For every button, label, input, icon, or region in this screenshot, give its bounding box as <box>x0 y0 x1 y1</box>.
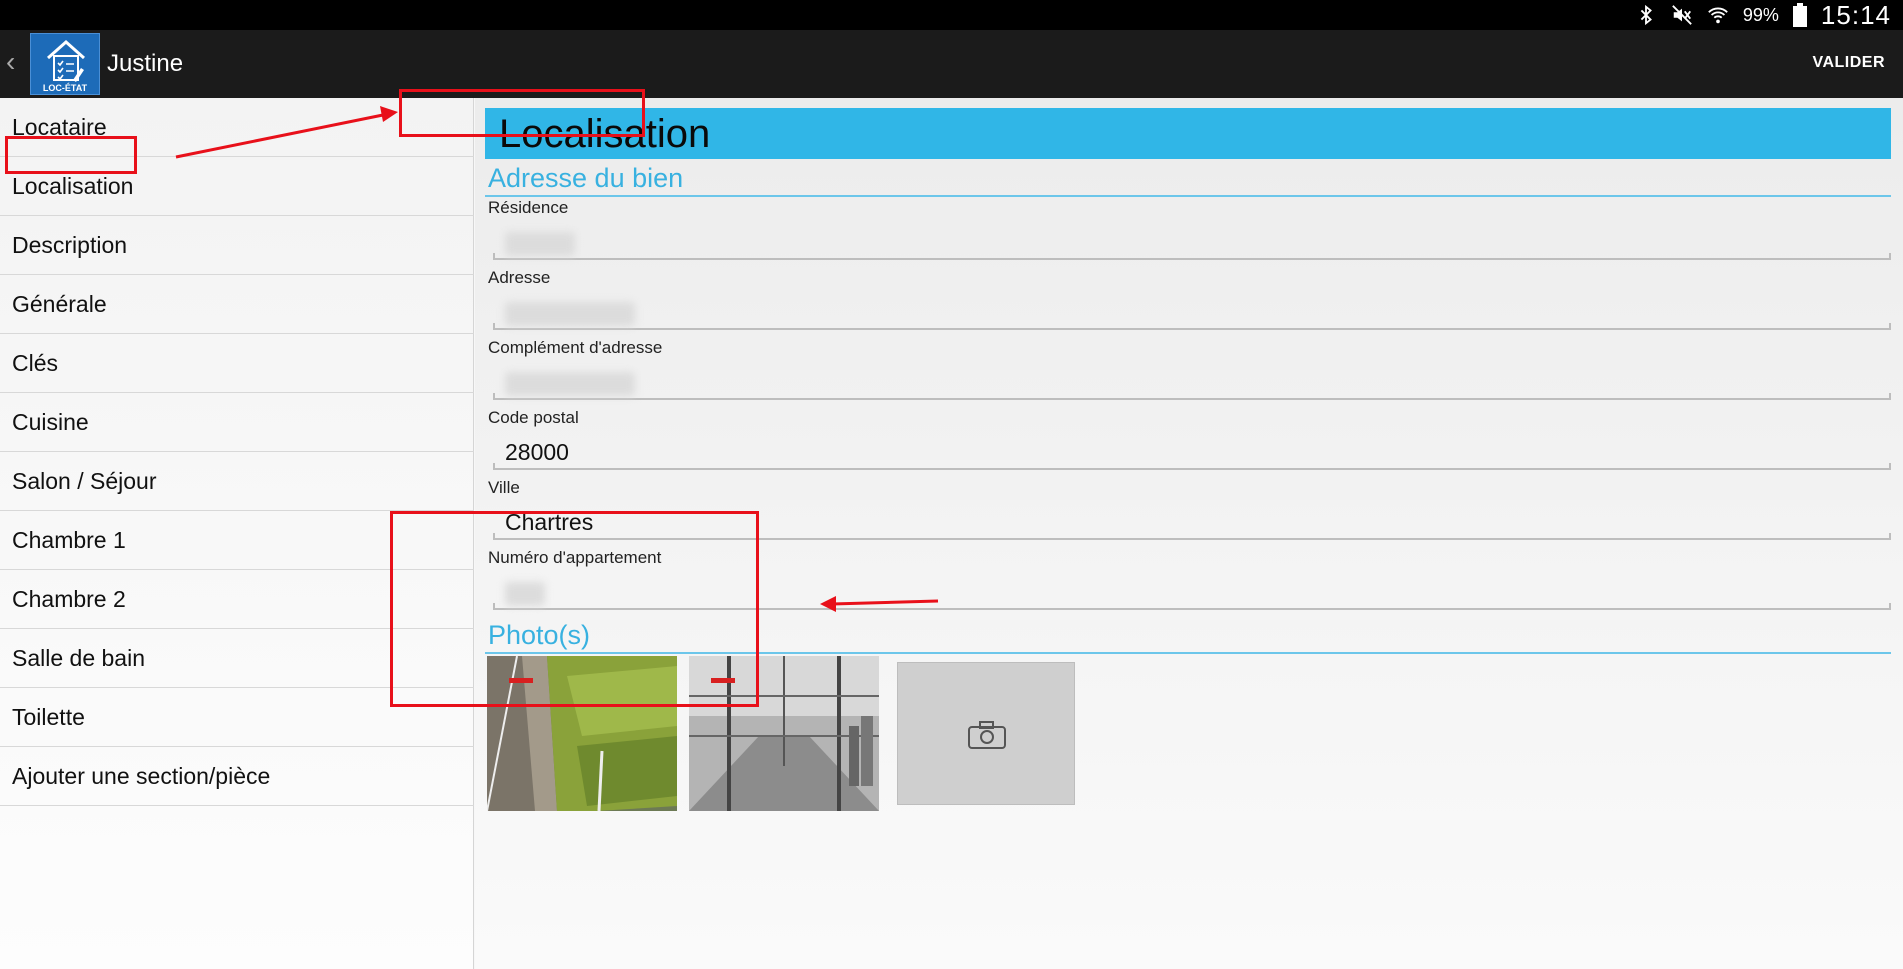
sidebar-item-add-section[interactable]: Ajouter une section/pièce <box>0 747 474 806</box>
validate-button[interactable]: VALIDER <box>1812 54 1885 72</box>
annotation-box-photos <box>390 511 759 707</box>
wifi-icon <box>1708 7 1728 24</box>
redacted-value <box>505 372 635 396</box>
residence-input[interactable] <box>493 224 1891 260</box>
sidebar-item-cles[interactable]: Clés <box>0 334 474 393</box>
mute-icon <box>1672 5 1692 25</box>
annotation-box-localisation-item <box>5 136 137 174</box>
status-icons: 99% 15:14 <box>1635 0 1891 30</box>
redacted-value <box>505 232 575 256</box>
camera-icon <box>968 721 1006 749</box>
app-logo[interactable]: LOC-ÉTAT <box>30 33 100 95</box>
clock: 15:14 <box>1820 0 1891 30</box>
bluetooth-icon <box>1640 4 1652 26</box>
section-header: Localisation <box>485 108 1891 159</box>
sidebar-item-salon-sejour[interactable]: Salon / Séjour <box>0 452 474 511</box>
battery-icon <box>1792 3 1807 27</box>
add-photo-button[interactable] <box>897 662 1075 805</box>
address-subheader: Adresse du bien <box>488 163 684 193</box>
sidebar-item-cuisine[interactable]: Cuisine <box>0 393 474 452</box>
status-bar: 99% 15:14 <box>0 0 1903 30</box>
back-chevron-icon[interactable]: ‹ <box>6 48 15 76</box>
field-label-ville: Ville <box>488 478 520 497</box>
house-checklist-icon <box>47 39 85 82</box>
redacted-value <box>505 302 635 326</box>
field-label-code-postal: Code postal <box>488 408 579 427</box>
address-divider <box>485 195 1891 197</box>
annotation-box-section-title <box>399 89 645 137</box>
complement-input[interactable] <box>493 364 1891 400</box>
field-label-adresse: Adresse <box>488 268 551 287</box>
battery-percentage: 99% <box>1742 4 1779 25</box>
field-label-complement: Complément d'adresse <box>488 338 663 357</box>
sidebar-item-description[interactable]: Description <box>0 216 474 275</box>
app-title: Justine <box>107 50 184 77</box>
adresse-input[interactable] <box>493 294 1891 330</box>
code-postal-input[interactable]: 28000 <box>493 434 1891 470</box>
field-label-residence: Résidence <box>488 198 569 217</box>
sidebar-item-generale[interactable]: Générale <box>0 275 474 334</box>
logo-text: LOC-ÉTAT <box>42 83 88 93</box>
action-bar: ‹ LOC-ÉTAT Justine VALIDER <box>0 30 1903 98</box>
